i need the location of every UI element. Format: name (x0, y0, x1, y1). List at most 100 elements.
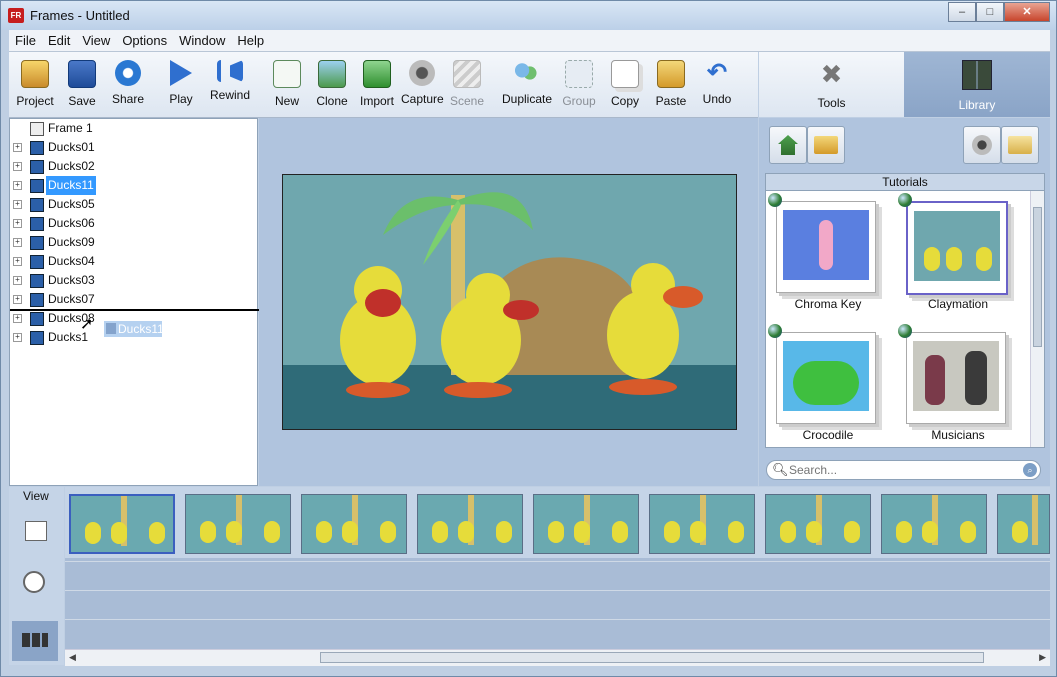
drag-ghost-label: Ducks11 (118, 322, 164, 336)
tree-item-label: Ducks11 (46, 176, 96, 195)
filmstrip-view-button[interactable] (12, 621, 58, 661)
share-icon (115, 60, 141, 86)
close-button[interactable]: ✕ (1004, 2, 1050, 22)
frame-thumbnail[interactable] (881, 494, 987, 554)
timeline-track[interactable] (65, 561, 1050, 590)
tree-item-label: Ducks03 (48, 273, 95, 287)
library-item-chroma-key[interactable]: Chroma Key (768, 193, 888, 313)
clone-button[interactable]: Clone (313, 56, 351, 108)
share-button[interactable]: Share (107, 56, 149, 106)
home-button[interactable] (769, 126, 807, 164)
frame-thumbnail[interactable] (185, 494, 291, 554)
scroll-right-icon[interactable]: ▶ (1039, 652, 1046, 663)
maximize-button[interactable]: □ (976, 2, 1004, 22)
webcam-button[interactable] (963, 126, 1001, 164)
menu-window[interactable]: Window (173, 33, 231, 48)
library-item-claymation[interactable]: Claymation (898, 193, 1018, 313)
library-icon (962, 60, 992, 90)
save-button[interactable]: Save (63, 56, 101, 108)
menu-file[interactable]: File (9, 33, 42, 48)
minimize-button[interactable]: – (948, 2, 976, 22)
paste-icon (657, 60, 685, 88)
library-item-label: Musicians (931, 428, 985, 442)
play-label: Play (169, 92, 193, 106)
film-icon (30, 236, 44, 250)
frame-thumbnail[interactable] (301, 494, 407, 554)
tree-item[interactable]: + Ducks07 (10, 290, 257, 309)
tree-item[interactable]: + Ducks04 (10, 252, 257, 271)
filmstrip-icon (22, 633, 48, 647)
single-frame-view-button[interactable] (21, 517, 49, 545)
play-button[interactable]: Play (161, 56, 201, 106)
tree-item-label: Ducks05 (48, 197, 95, 211)
globe-icon (768, 193, 782, 207)
tree-item[interactable]: + Ducks02 (10, 157, 257, 176)
frame-thumbnail[interactable] (417, 494, 523, 554)
expand-icon[interactable]: + (13, 200, 22, 209)
preview-area (259, 118, 758, 486)
search-input[interactable] (789, 463, 1009, 477)
timeline-scrollbar[interactable]: ◀ ▶ (65, 649, 1050, 666)
timeline-track[interactable] (65, 590, 1050, 619)
tree-item-selected[interactable]: + Ducks11 (10, 176, 257, 195)
menu-help[interactable]: Help (231, 33, 270, 48)
view-panel: View (9, 487, 64, 665)
timing-view-button[interactable] (21, 569, 49, 597)
expand-icon[interactable]: + (13, 181, 22, 190)
import-button[interactable]: Import (358, 56, 396, 108)
menu-options[interactable]: Options (116, 33, 173, 48)
globe-icon (768, 324, 782, 338)
group-button[interactable]: Group (561, 56, 597, 108)
tab-tools[interactable]: ✖ Tools (759, 52, 904, 117)
folder-button[interactable] (1001, 126, 1039, 164)
expand-icon[interactable]: + (13, 143, 22, 152)
home-icon (778, 135, 798, 155)
capture-button[interactable]: Capture (401, 56, 444, 106)
undo-label: Undo (702, 92, 732, 106)
expand-icon[interactable]: + (13, 238, 22, 247)
rewind-button[interactable]: Rewind (208, 56, 252, 102)
project-button[interactable]: Project (13, 56, 57, 108)
tab-library[interactable]: Library (904, 52, 1050, 117)
expand-icon[interactable]: + (13, 276, 22, 285)
expand-icon[interactable]: + (13, 314, 22, 323)
library-item-musicians[interactable]: Musicians (898, 324, 1018, 444)
tree-item[interactable]: Frame 1 (10, 119, 257, 138)
undo-button[interactable]: ↶ Undo (699, 56, 735, 107)
tree-item[interactable]: + Ducks03 (10, 271, 257, 290)
folder-back-button[interactable] (807, 126, 845, 164)
frame-thumbnail[interactable] (69, 494, 175, 554)
timeline: ◀ ▶ (65, 487, 1050, 666)
library-item-crocodile[interactable]: Crocodile (768, 324, 888, 444)
expand-icon[interactable]: + (13, 295, 22, 304)
frame-preview[interactable] (282, 174, 737, 430)
capture-label: Capture (401, 92, 444, 106)
tree-item[interactable]: + Ducks01 (10, 138, 257, 157)
duplicate-button[interactable]: Duplicate (502, 56, 552, 106)
new-button[interactable]: New (270, 56, 304, 108)
scroll-left-icon[interactable]: ◀ (69, 652, 76, 663)
search-go-icon[interactable]: ⌕ (1023, 463, 1037, 477)
scrollbar-thumb[interactable] (320, 652, 984, 663)
frame-thumbnail[interactable] (533, 494, 639, 554)
expand-icon[interactable]: + (13, 162, 22, 171)
tree-item[interactable]: + Ducks09 (10, 233, 257, 252)
expand-icon[interactable]: + (13, 219, 22, 228)
frame-thumbnail[interactable] (649, 494, 755, 554)
library-scrollbar[interactable] (1030, 191, 1044, 447)
library-thumbnail (906, 332, 1006, 424)
paste-button[interactable]: Paste (652, 56, 690, 108)
scrollbar-thumb[interactable] (1033, 207, 1042, 347)
menu-view[interactable]: View (76, 33, 116, 48)
tree-item[interactable]: + Ducks05 (10, 195, 257, 214)
library-search-box: 🔍︎ ⌕ (766, 460, 1041, 480)
scene-button[interactable]: Scene (449, 56, 485, 108)
copy-button[interactable]: Copy (607, 56, 643, 108)
frame-thumbnail[interactable] (997, 494, 1050, 554)
tree-item[interactable]: + Ducks06 (10, 214, 257, 233)
menu-edit[interactable]: Edit (42, 33, 76, 48)
frame-thumbnail[interactable] (765, 494, 871, 554)
expand-icon[interactable]: + (13, 333, 22, 342)
expand-icon[interactable]: + (13, 257, 22, 266)
timeline-track[interactable] (65, 619, 1050, 649)
